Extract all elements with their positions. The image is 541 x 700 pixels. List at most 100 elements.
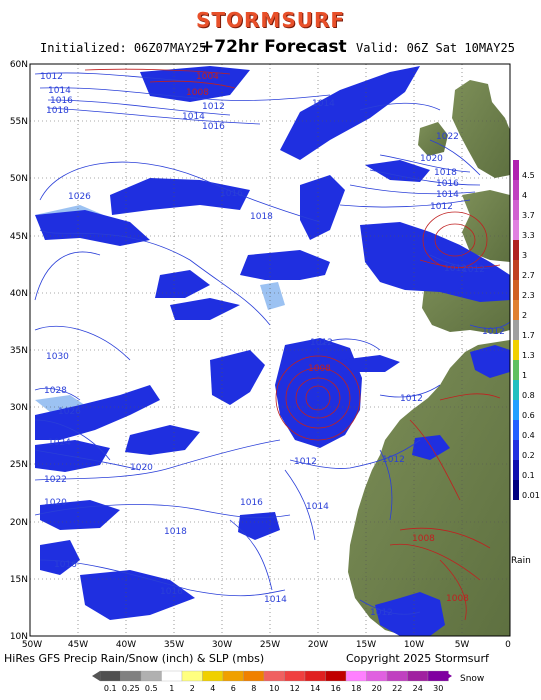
isobar-label: 1012 [294, 457, 317, 467]
snow-scale-swatch [181, 670, 203, 682]
snow-scale-tick: 24 [413, 684, 423, 693]
isobar-label: 1028 [44, 386, 67, 396]
isobar-label: 1012 [382, 455, 405, 465]
rain-scale-swatch [513, 160, 519, 180]
isobar-label: 1004 [196, 72, 219, 82]
lon-label: 15W [356, 640, 376, 650]
rain-scale-tick: 2.3 [522, 291, 535, 300]
lat-label: 50N [10, 174, 28, 184]
snow-scale-tick: 8 [251, 684, 256, 693]
isobar-label: 1020 [420, 154, 443, 164]
snow-scale-tick: 14 [310, 684, 320, 693]
lat-label: 40N [10, 289, 28, 299]
isobar-label: 1026 [68, 192, 91, 202]
lat-label: 30N [10, 403, 28, 413]
rain-scale-swatch [513, 220, 519, 240]
snow-scale-tick: 10 [269, 684, 279, 693]
isobar-label: 1012 [310, 338, 333, 348]
rain-scale-tick: 2 [522, 311, 527, 320]
lon-label: 30W [212, 640, 232, 650]
lat-label: 20N [10, 518, 28, 528]
snow-scale-tick: 20 [372, 684, 382, 693]
rain-scale-swatch [513, 340, 519, 360]
isobar-label: 1014 [264, 595, 287, 605]
snow-scale-tick: 1 [169, 684, 174, 693]
rain-scale-swatch [513, 480, 519, 500]
isobar-label: 1008 [186, 88, 209, 98]
isobar-label: 1008 [308, 364, 331, 374]
snow-scale-swatch [140, 670, 162, 682]
snow-scale-tick: 0.25 [122, 684, 140, 693]
rain-scale-tick: 3 [522, 251, 527, 260]
isobar-label: 1018 [46, 106, 69, 116]
snow-scale-swatch [284, 670, 306, 682]
isobar-label: 1020 [130, 463, 153, 473]
isobar-label: 1016 [202, 122, 225, 132]
rain-scale-tick: 1 [522, 371, 527, 380]
rain-scale-tick: 4.5 [522, 171, 535, 180]
lon-label: 25W [260, 640, 280, 650]
lat-label: 55N [10, 117, 28, 127]
snow-scale-tick: 12 [290, 684, 300, 693]
isobar-label: 1018 [434, 168, 457, 178]
product-description: HiRes GFS Precip Rain/Snow (inch) & SLP … [4, 652, 265, 665]
snow-scale-swatch [366, 670, 388, 682]
rain-scale-swatch [513, 460, 519, 480]
isobar-label: 1012 [430, 202, 453, 212]
snow-scale-swatch [243, 670, 265, 682]
isobar-label: 1030 [46, 352, 69, 362]
snow-color-scale: 0.1 0.25 0.5 1 2 4 6 8 10 12 14 16 18 20 22 24 30 [99, 670, 449, 693]
rain-scale-swatch [513, 320, 519, 340]
rain-scale-tick: 2.7 [522, 271, 535, 280]
snow-scale-swatch [407, 670, 429, 682]
snow-scale-label: Snow [460, 674, 485, 684]
rain-scale-tick: 1.7 [522, 331, 535, 340]
rain-scale-swatch [513, 360, 519, 380]
isobar-label: 1014 [312, 99, 335, 109]
isobar-label: 1014 [48, 86, 71, 96]
rain-scale-swatch [513, 300, 519, 320]
snow-scale-tick: 16 [331, 684, 341, 693]
snow-scale-swatch [120, 670, 142, 682]
isobar-label: 1018 [164, 527, 187, 537]
snow-scale-tick: 0.1 [104, 684, 117, 693]
lon-label: 5W [455, 640, 470, 650]
snow-scale-swatch [222, 670, 244, 682]
rain-scale-swatch [513, 280, 519, 300]
isobar-label: 1012 [370, 608, 393, 618]
rain-scale-tick: 0.6 [522, 411, 535, 420]
snow-scale-swatch [325, 670, 347, 682]
forecast-map: 1012 1014 1016 1018 1004 1008 1012 1014 … [10, 60, 540, 693]
isobar-label: 1016 [240, 498, 263, 508]
rain-scale-swatch [513, 400, 519, 420]
lon-label: 40W [116, 640, 136, 650]
rain-color-scale: 4.5 4 3.7 3.3 3 2.7 2.3 2 1.7 1.3 1 0.8 0.6 0.4 0.2 0.1… [513, 160, 540, 500]
rain-scale-label: Rain [511, 556, 531, 566]
isobar-label: 1016 [54, 560, 77, 570]
lon-label: 35W [164, 640, 184, 650]
isobar-label: 1016 [160, 587, 183, 597]
rain-scale-tick: 0.8 [522, 391, 535, 400]
rain-scale-tick: 3.7 [522, 211, 535, 220]
isobar-label: 1008 [412, 534, 435, 544]
snow-scale-tick: 0.5 [145, 684, 158, 693]
lon-label: 50W [22, 640, 42, 650]
rain-scale-tick: 0.1 [522, 471, 535, 480]
isobar-label: 1020 [44, 498, 67, 508]
isobar-label: 1012 [40, 72, 63, 82]
rain-scale-swatch [513, 260, 519, 280]
lat-label: 35N [10, 346, 28, 356]
lon-label: 10W [404, 640, 424, 650]
isobar-label: 1008 [446, 594, 469, 604]
rain-scale-tick: 0.2 [522, 451, 535, 460]
lat-label: 25N [10, 460, 28, 470]
snow-scale-swatch [263, 670, 285, 682]
rain-scale-tick: 4 [522, 191, 527, 200]
rain-scale-swatch [513, 420, 519, 440]
isobar-label: 1014 [182, 112, 205, 122]
snow-scale-tick: 22 [392, 684, 402, 693]
rain-scale-swatch [513, 240, 519, 260]
snow-scale-swatch [99, 670, 121, 682]
isobar-label: 1024 [48, 438, 71, 448]
rain-scale-tick: 3.3 [522, 231, 535, 240]
